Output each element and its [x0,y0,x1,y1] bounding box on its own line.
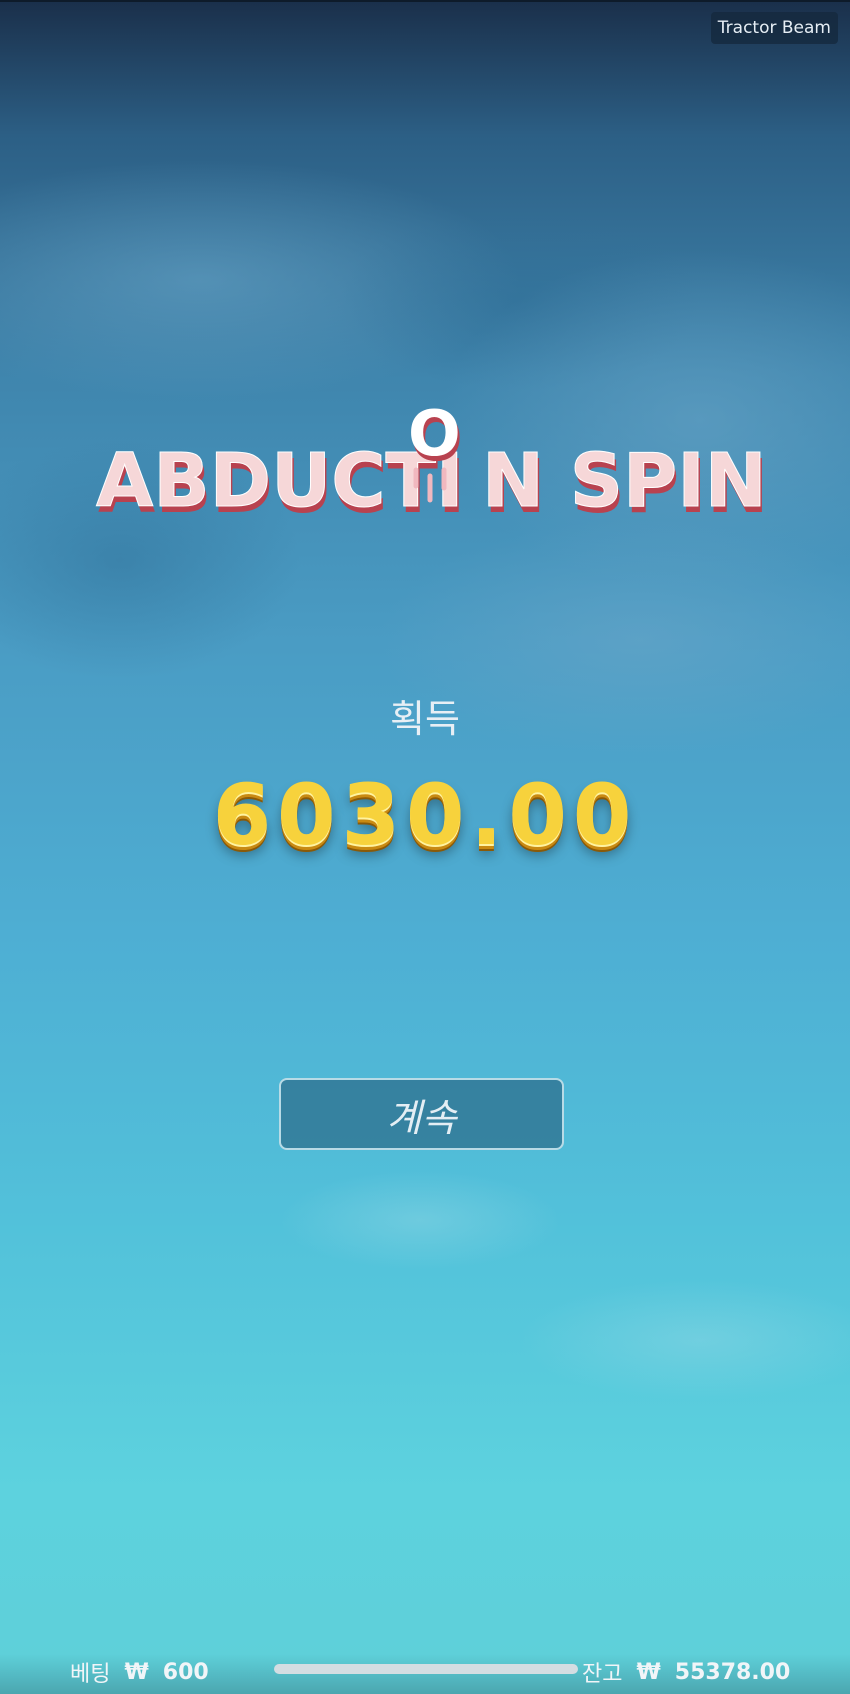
continue-button[interactable]: 계속 [279,1078,564,1150]
continue-button-label: 계속 [386,1095,457,1140]
home-indicator[interactable] [274,1664,578,1674]
win-amount: 6030.00 [212,766,638,864]
top-edge [0,0,850,2]
balance-display: 잔고 ₩ 55378.00 [582,1656,790,1688]
bet-currency: ₩ [124,1659,149,1685]
bet-display: 베팅 ₩ 600 [70,1656,209,1688]
balance-currency: ₩ [636,1659,661,1685]
logo-text-right: N SPINS [482,438,770,524]
balance-value: 55378.00 [674,1659,791,1685]
bet-value: 600 [162,1659,209,1685]
balance-label: 잔고 [582,1662,623,1687]
feature-tag: Tractor Beam [710,12,838,44]
logo-o: O [408,400,461,470]
win-label: 획득 [390,697,460,741]
abduction-spins-logo: ABDUCTI ABDUCTI O O N SPINS N SPINS [96,400,771,530]
bet-label: 베팅 [70,1662,111,1687]
